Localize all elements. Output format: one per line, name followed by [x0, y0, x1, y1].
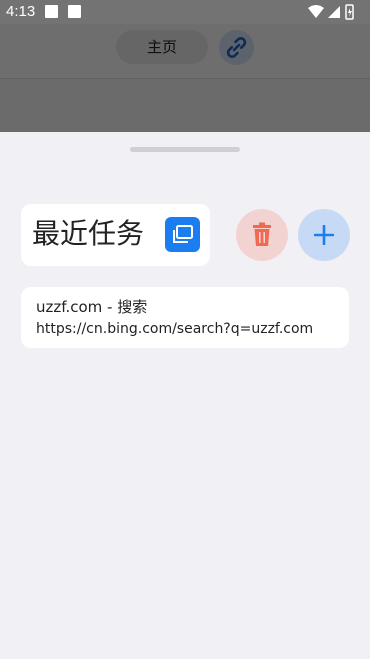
- notification-icon: [45, 5, 58, 18]
- signal-icon: [328, 6, 340, 18]
- status-time: 4:13: [6, 3, 36, 20]
- sheet-title: 最近任务: [32, 217, 145, 250]
- wifi-icon: [308, 5, 324, 18]
- task-card[interactable]: uzzf.com - 搜索 https://cn.bing.com/search…: [21, 287, 349, 348]
- task-url: https://cn.bing.com/search?q=uzzf.com: [36, 321, 314, 337]
- sheet-drag-handle[interactable]: [130, 147, 240, 152]
- trash-icon: [253, 222, 271, 246]
- task-title: uzzf.com - 搜索: [36, 298, 148, 316]
- notification-icon: [68, 5, 81, 18]
- plus-icon: [314, 225, 334, 245]
- status-bar: 4:13: [0, 0, 370, 24]
- recent-tasks-sheet: 最近任务 uzzf.com - 搜索 https://cn.bing.com/s…: [0, 132, 370, 659]
- clear-tasks-button[interactable]: [236, 209, 288, 261]
- system-status-icons: [308, 4, 354, 20]
- tabs-icon: [165, 217, 200, 252]
- recent-tasks-header: 最近任务: [21, 204, 210, 266]
- new-task-button[interactable]: [298, 209, 350, 261]
